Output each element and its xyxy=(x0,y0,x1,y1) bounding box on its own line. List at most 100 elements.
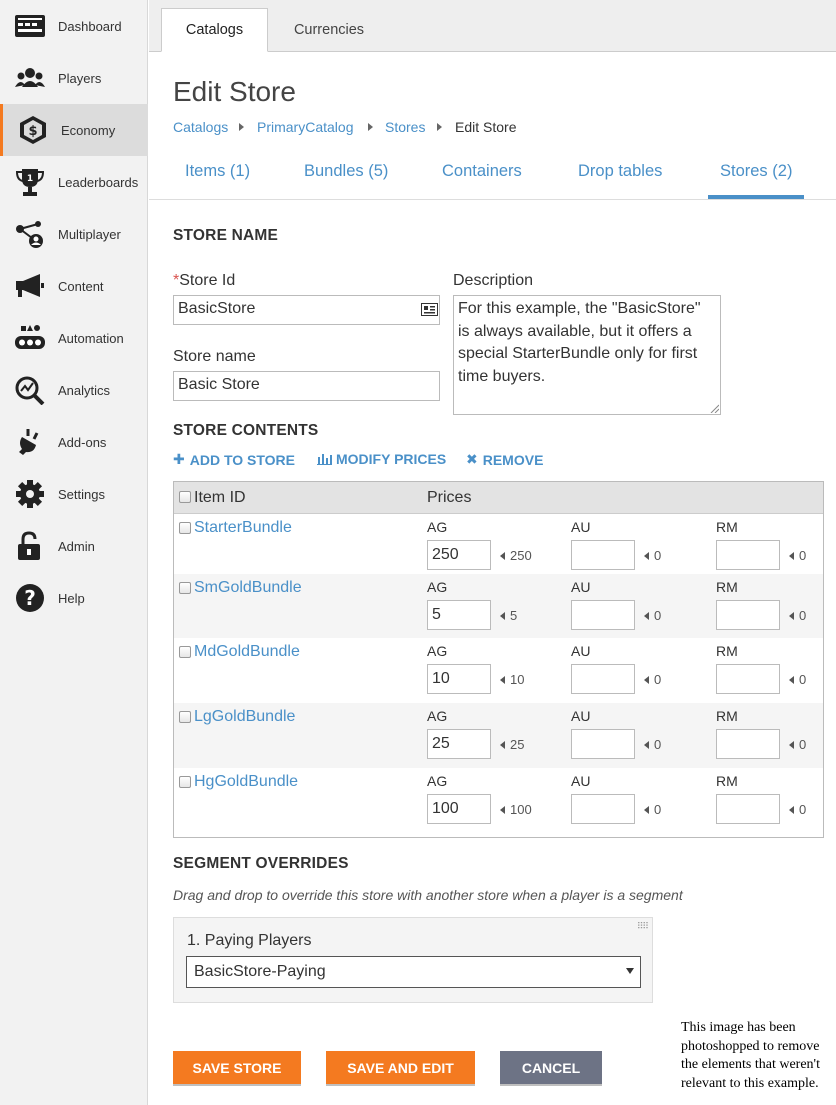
store-id-label-text: Store Id xyxy=(179,272,236,289)
help-icon: ? xyxy=(13,582,47,614)
table-row: LgGoldBundle AG 25 25 AU 0 RM 0 xyxy=(174,703,823,768)
cancel-button[interactable]: CANCEL xyxy=(500,1051,602,1084)
price-input[interactable] xyxy=(716,794,780,824)
row-checkbox[interactable] xyxy=(179,522,191,534)
base-price-arrow-icon xyxy=(789,805,794,814)
price-input[interactable]: 100 xyxy=(427,794,491,824)
item-id-link[interactable]: LgGoldBundle xyxy=(194,708,295,726)
breadcrumb-primarycatalog[interactable]: PrimaryCatalog xyxy=(257,119,353,135)
row-checkbox[interactable] xyxy=(179,776,191,788)
sidebar-item-content[interactable]: Content xyxy=(0,260,148,312)
settings-icon xyxy=(13,478,47,510)
item-id-link[interactable]: HgGoldBundle xyxy=(194,773,298,791)
base-price-arrow-icon xyxy=(500,675,505,684)
base-price-hint: 0 xyxy=(789,672,806,687)
tab-items[interactable]: Items (1) xyxy=(185,162,250,181)
price-input[interactable] xyxy=(571,794,635,824)
column-header-item-id: Item ID xyxy=(194,489,246,506)
tab-drop-tables[interactable]: Drop tables xyxy=(578,162,662,181)
price-input[interactable]: 5 xyxy=(427,600,491,630)
breadcrumb-stores[interactable]: Stores xyxy=(385,119,425,135)
price-input[interactable] xyxy=(571,729,635,759)
base-price-hint: 25 xyxy=(500,737,524,752)
price-input[interactable] xyxy=(716,600,780,630)
store-id-input[interactable]: BasicStore xyxy=(173,295,440,325)
price-input[interactable] xyxy=(716,540,780,570)
drag-handle-icon[interactable]: ⠿⠿ xyxy=(637,921,649,932)
base-price-value: 100 xyxy=(510,802,532,817)
add-to-store-button[interactable]: ✚ ADD TO STORE xyxy=(173,451,295,468)
base-price-value: 0 xyxy=(799,737,807,752)
sidebar-item-help[interactable]: ? Help xyxy=(0,572,148,624)
sidebar-item-economy[interactable]: $ Economy xyxy=(0,104,148,156)
price-input[interactable] xyxy=(571,664,635,694)
base-price-arrow-icon xyxy=(789,740,794,749)
base-price-hint: 0 xyxy=(644,737,661,752)
segment-store-select[interactable]: BasicStore-Paying xyxy=(186,956,641,988)
save-and-edit-button[interactable]: SAVE AND EDIT xyxy=(326,1051,475,1084)
segment-override-card[interactable]: ⠿⠿ 1. Paying Players BasicStore-Paying xyxy=(173,917,653,1003)
sidebar-item-dashboard[interactable]: Dashboard xyxy=(0,0,148,52)
sidebar-item-label: Players xyxy=(58,70,102,86)
sidebar-item-label: Dashboard xyxy=(58,18,122,34)
base-price-hint: 0 xyxy=(644,672,661,687)
tab-bundles[interactable]: Bundles (5) xyxy=(304,162,388,181)
sidebar-item-analytics[interactable]: Analytics xyxy=(0,364,148,416)
currency-label: AG xyxy=(427,579,448,595)
item-id-link[interactable]: SmGoldBundle xyxy=(194,579,302,597)
sidebar-item-admin[interactable]: Admin xyxy=(0,520,148,572)
base-price-hint: 10 xyxy=(500,672,524,687)
remove-button[interactable]: ✖ REMOVE xyxy=(466,451,543,468)
price-input[interactable] xyxy=(571,540,635,570)
sidebar-item-leaderboards[interactable]: 1 Leaderboards xyxy=(0,156,148,208)
select-all-checkbox[interactable] xyxy=(179,491,191,503)
tab-containers[interactable]: Containers xyxy=(442,162,522,181)
save-store-button[interactable]: SAVE STORE xyxy=(173,1051,301,1084)
item-id-link[interactable]: StarterBundle xyxy=(194,519,292,537)
price-input[interactable]: 25 xyxy=(427,729,491,759)
resize-handle-icon[interactable] xyxy=(709,403,719,413)
breadcrumb-separator-icon xyxy=(368,123,373,131)
tab-stores[interactable]: Stores (2) xyxy=(720,162,792,181)
admin-icon xyxy=(13,530,47,562)
sidebar-item-automation[interactable]: Automation xyxy=(0,312,148,364)
multiplayer-icon xyxy=(13,218,47,250)
currency-label: AG xyxy=(427,773,448,789)
base-price-hint: 5 xyxy=(500,608,517,623)
price-input[interactable] xyxy=(716,664,780,694)
sidebar-item-addons[interactable]: Add-ons xyxy=(0,416,148,468)
sidebar-item-players[interactable]: Players xyxy=(0,52,148,104)
table-row: SmGoldBundle AG 5 5 AU 0 RM 0 xyxy=(174,574,823,638)
currency-label: AG xyxy=(427,708,448,724)
currency-label: AU xyxy=(571,519,591,535)
tab-catalogs[interactable]: Catalogs xyxy=(161,8,268,52)
row-checkbox[interactable] xyxy=(179,582,191,594)
price-input[interactable]: 250 xyxy=(427,540,491,570)
tab-currencies[interactable]: Currencies xyxy=(279,8,379,52)
row-checkbox[interactable] xyxy=(179,711,191,723)
sidebar-item-label: Analytics xyxy=(58,382,111,398)
store-name-input[interactable]: Basic Store xyxy=(173,371,440,401)
sidebar-item-label: Settings xyxy=(58,486,105,502)
economy-icon: $ xyxy=(16,114,50,146)
currency-label: AU xyxy=(571,643,591,659)
price-input[interactable] xyxy=(716,729,780,759)
currency-label: RM xyxy=(716,708,738,724)
sidebar-item-multiplayer[interactable]: Multiplayer xyxy=(0,208,148,260)
base-price-hint: 100 xyxy=(500,802,532,817)
breadcrumb-current: Edit Store xyxy=(455,119,517,135)
row-checkbox[interactable] xyxy=(179,646,191,658)
column-header-prices: Prices xyxy=(427,489,472,506)
description-textarea[interactable]: For this example, the "BasicStore" is al… xyxy=(453,295,721,415)
price-input[interactable] xyxy=(571,600,635,630)
base-price-value: 250 xyxy=(510,548,532,563)
item-id-link[interactable]: MdGoldBundle xyxy=(194,643,300,661)
breadcrumb-separator-icon xyxy=(239,123,244,131)
price-input[interactable]: 10 xyxy=(427,664,491,694)
breadcrumb-catalogs[interactable]: Catalogs xyxy=(173,119,228,135)
base-price-hint: 0 xyxy=(644,802,661,817)
modify-prices-button[interactable]: MODIFY PRICES xyxy=(317,451,446,467)
sidebar-item-settings[interactable]: Settings xyxy=(0,468,148,520)
table-header: Item ID Prices xyxy=(174,482,823,514)
svg-text:$: $ xyxy=(28,124,37,139)
